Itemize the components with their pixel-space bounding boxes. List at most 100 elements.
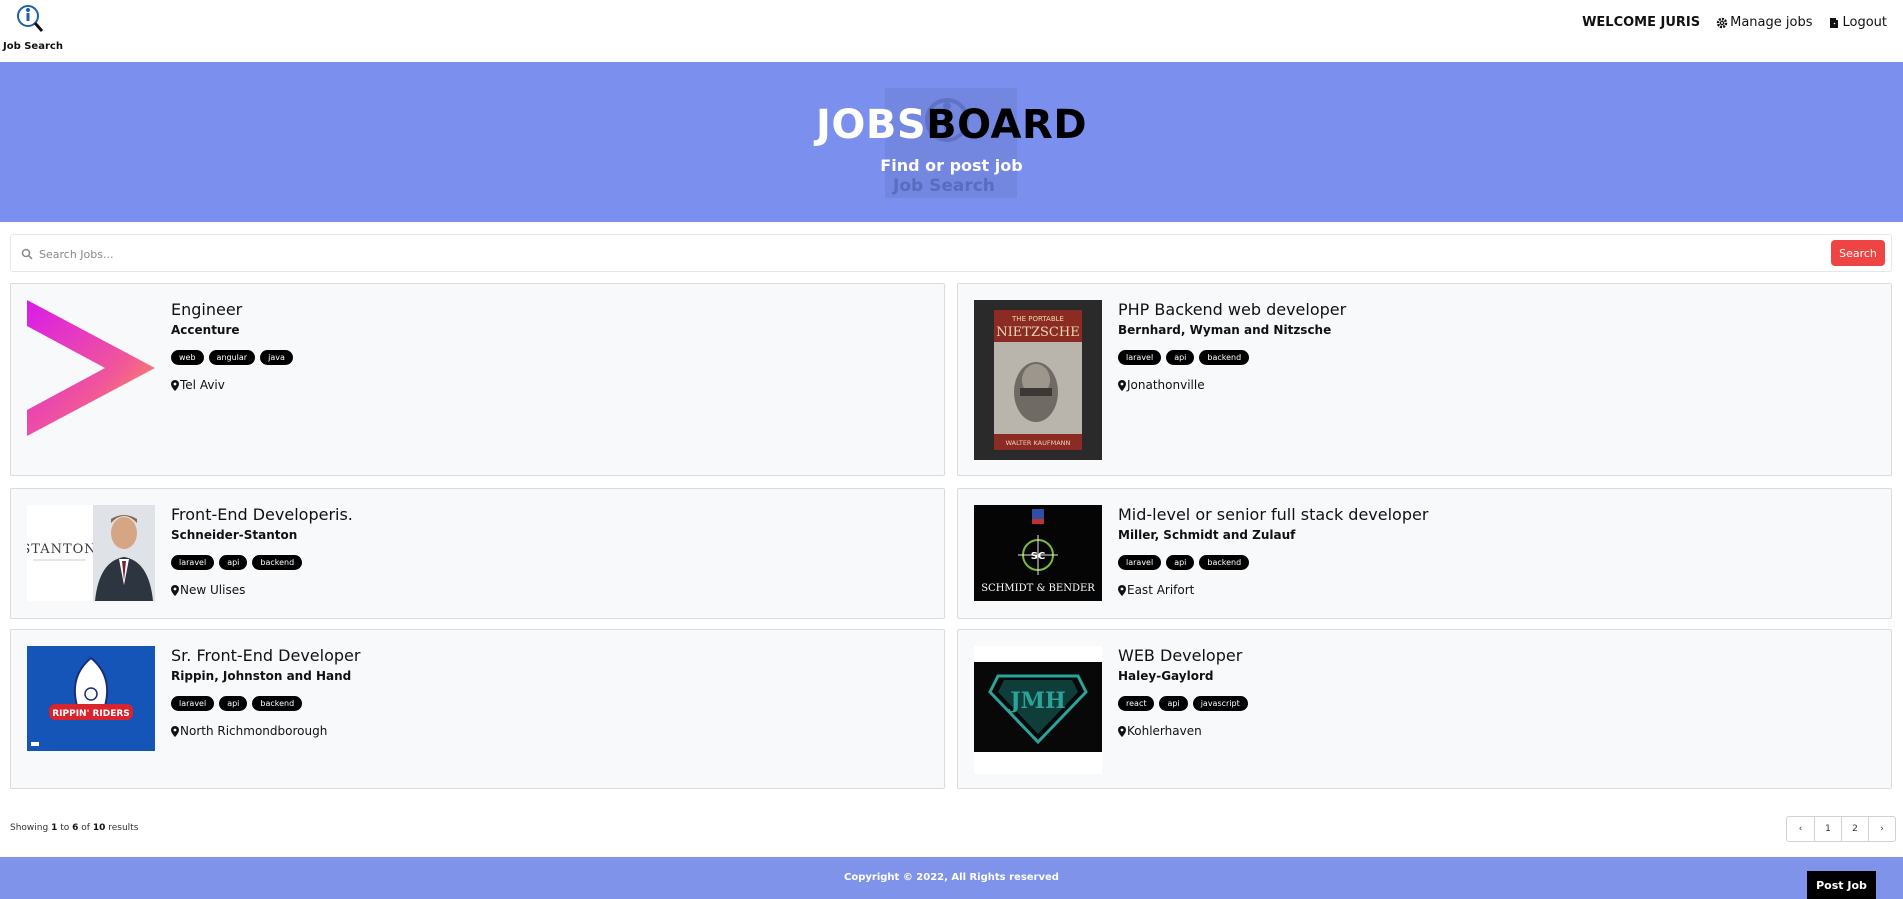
company-logo-accenture [27,300,155,436]
footer: Copyright © 2022, All Rights reserved Po… [0,857,1903,899]
tag[interactable]: laravel [171,555,215,570]
tag[interactable]: react [1118,696,1155,711]
job-card[interactable]: Engineer Accenture web angular java Tel … [10,283,945,476]
job-location: East Arifort [1118,583,1194,597]
tag[interactable]: backend [1199,555,1250,570]
job-title[interactable]: PHP Backend web developer [1118,300,1346,319]
results-to: 6 [72,823,79,833]
search-input[interactable] [37,242,1817,266]
job-title[interactable]: Engineer [171,300,242,319]
top-navbar: Job Search WELCOME JURIS Manage jobs Log… [0,0,1903,62]
job-title[interactable]: Mid-level or senior full stack developer [1118,505,1428,524]
job-location: New Ulises [171,583,245,597]
manage-jobs-label: Manage jobs [1730,15,1813,30]
results-showing: Showing [10,823,49,833]
page-subtitle: Find or post job [880,156,1023,175]
title-part-board: BOARD [926,102,1088,148]
company-logo-schmidt-bender: SC SCHMIDT & BENDER [974,505,1102,601]
pagination: ‹ 1 2 › [1786,816,1896,842]
search-button[interactable]: Search [1831,240,1885,266]
tag[interactable]: javascript [1192,696,1248,711]
results-total: 10 [92,823,106,833]
hero-banner: Job Search JOBSBOARD Find or post job [0,62,1903,222]
logout-link[interactable]: Logout [1828,15,1887,30]
results-to-word: to [60,823,70,833]
svg-text:SCHMIDT & BENDER: SCHMIDT & BENDER [981,583,1095,594]
map-pin-icon [1118,725,1126,737]
tag[interactable]: api [1166,350,1195,365]
company-logo-stanton: STANTON [27,505,155,601]
map-pin-icon [171,379,179,391]
tag[interactable]: api [1159,696,1188,711]
job-card[interactable]: RIPPIN' RIDERS Sr. Front-End Developer R… [10,629,945,789]
svg-text:WALTER KAUFMANN: WALTER KAUFMANN [1006,439,1071,447]
results-from: 1 [51,823,58,833]
tag[interactable]: angular [208,350,256,365]
tag-list: laravel api backend [1118,555,1250,570]
map-pin-icon [1118,584,1126,596]
job-location: Tel Aviv [171,378,225,392]
job-title[interactable]: WEB Developer [1118,646,1242,665]
door-exit-icon [1830,17,1839,28]
prev-page-button[interactable]: ‹ [1787,817,1814,841]
job-location: North Richmondborough [171,724,327,738]
job-card[interactable]: JMH WEB Developer Haley-Gaylord react ap… [957,629,1892,789]
tag[interactable]: web [171,350,204,365]
logout-label: Logout [1842,15,1887,30]
manage-jobs-link[interactable]: Manage jobs [1716,15,1812,30]
job-card[interactable]: SC SCHMIDT & BENDER Mid-level or senior … [957,488,1892,619]
post-job-button[interactable]: Post Job [1807,871,1876,899]
tag-list: web angular java [171,350,293,365]
location-text: Jonathonville [1127,378,1205,392]
job-location: Jonathonville [1118,378,1205,392]
tag[interactable]: api [219,696,248,711]
svg-text:SC: SC [1031,551,1046,562]
search-bar: Search [10,234,1892,272]
tag[interactable]: backend [1199,350,1250,365]
next-page-button[interactable]: › [1868,817,1895,841]
job-search-logo-icon [17,5,43,32]
job-card[interactable]: STANTON Front-End Developeris. Schneider… [10,488,945,619]
tag[interactable]: api [219,555,248,570]
job-title[interactable]: Sr. Front-End Developer [171,646,360,665]
page-button-2[interactable]: 2 [1841,817,1868,841]
svg-text:RIPPIN' RIDERS: RIPPIN' RIDERS [52,709,130,719]
job-location: Kohlerhaven [1118,724,1202,738]
company-name: Miller, Schmidt and Zulauf [1118,528,1296,542]
welcome-text: WELCOME JURIS [1582,15,1701,30]
tag[interactable]: laravel [171,696,215,711]
company-logo-rippin-riders: RIPPIN' RIDERS [27,646,155,751]
job-title[interactable]: Front-End Developeris. [171,505,353,524]
tag-list: laravel api backend [171,696,303,711]
company-logo-nietzsche-book: THE PORTABLE NIETZSCHE WALTER KAUFMANN [974,300,1102,460]
svg-text:THE PORTABLE: THE PORTABLE [1011,315,1064,323]
tag[interactable]: laravel [1118,350,1162,365]
svg-text:NIETZSCHE: NIETZSCHE [996,325,1079,340]
gear-icon [1716,17,1728,28]
search-icon [21,248,33,260]
map-pin-icon [1118,379,1126,391]
tag-list: laravel api backend [171,555,303,570]
job-card[interactable]: THE PORTABLE NIETZSCHE WALTER KAUFMANN P… [957,283,1892,476]
location-text: North Richmondborough [180,724,328,738]
tag-list: laravel api backend [1118,350,1250,365]
tag[interactable]: laravel [1118,555,1162,570]
svg-text:JMH: JMH [1008,688,1066,714]
location-text: New Ulises [180,583,246,597]
page-title: JOBSBOARD [0,102,1903,148]
site-logo[interactable]: Job Search [3,2,63,52]
map-pin-icon [171,725,179,737]
location-text: East Arifort [1127,583,1195,597]
company-name: Accenture [171,323,240,337]
tag[interactable]: java [260,350,293,365]
tag[interactable]: backend [252,696,303,711]
company-name: Haley-Gaylord [1118,669,1214,683]
results-of-word: of [81,823,90,833]
location-text: Tel Aviv [180,378,225,392]
tag[interactable]: backend [252,555,303,570]
location-text: Kohlerhaven [1127,724,1202,738]
tag[interactable]: api [1166,555,1195,570]
page-button-1[interactable]: 1 [1814,817,1841,841]
results-word: results [108,823,139,833]
company-name: Schneider-Stanton [171,528,298,542]
